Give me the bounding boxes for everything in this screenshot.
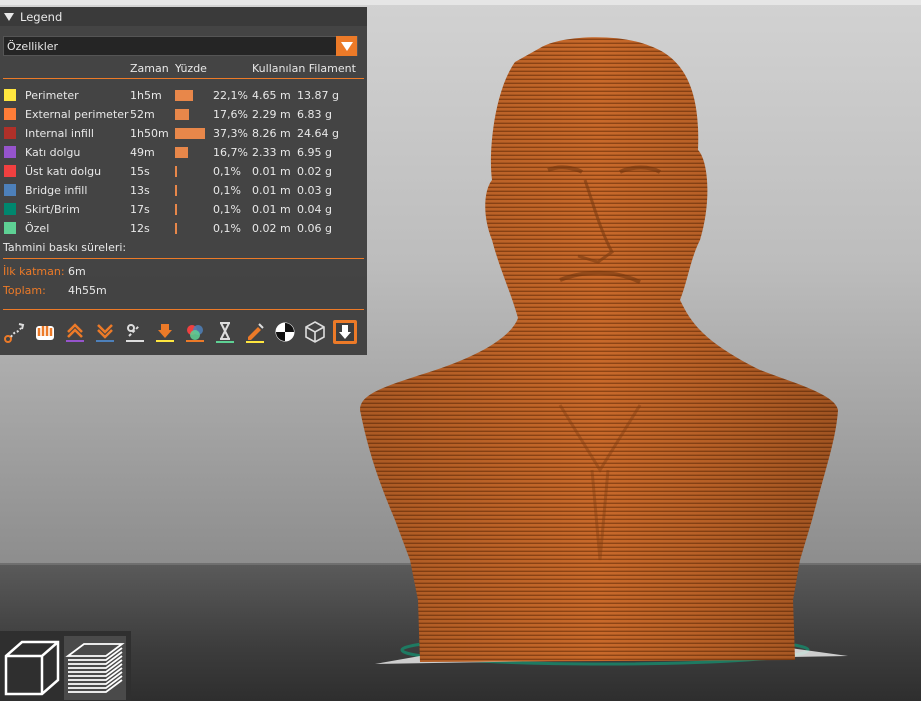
feature-length: 8.26 m	[252, 127, 291, 140]
feature-time: 49m	[130, 146, 155, 159]
feature-time: 52m	[130, 108, 155, 121]
travel-icon[interactable]	[3, 320, 27, 344]
legend-row: External perimeter 52m 17,6% 2.29 m 6.83 g	[0, 106, 367, 125]
feature-length: 0.02 m	[252, 222, 291, 235]
feature-length: 4.65 m	[252, 89, 291, 102]
collapse-triangle-icon[interactable]	[4, 12, 14, 21]
wipe-icon[interactable]	[33, 320, 57, 344]
feature-weight: 6.83 g	[297, 108, 332, 121]
legend-row: Internal infill 1h50m 37,3% 8.26 m 24.64 g	[0, 125, 367, 144]
feature-weight: 6.95 g	[297, 146, 332, 159]
feature-time: 15s	[130, 165, 150, 178]
total-label: Toplam:	[3, 284, 46, 297]
percent-bar	[175, 223, 177, 234]
legend-row: Skirt/Brim 17s 0,1% 0.01 m 0.04 g	[0, 201, 367, 220]
percent-bar	[175, 109, 190, 120]
feature-time: 17s	[130, 203, 150, 216]
view-type-value: Özellikler	[7, 40, 59, 53]
feature-name: Perimeter	[25, 89, 79, 102]
column-header-percent: Yüzde	[175, 62, 207, 75]
legend-row: Perimeter 1h5m 22,1% 4.65 m 13.87 g	[0, 87, 367, 106]
feature-name: Internal infill	[25, 127, 94, 140]
estimate-divider	[3, 258, 364, 259]
first-layer-value: 6m	[68, 265, 86, 278]
feature-weight: 0.02 g	[297, 165, 332, 178]
percent-bar	[175, 185, 177, 196]
shells-icon[interactable]	[303, 320, 327, 344]
feature-percent: 0,1%	[213, 203, 241, 216]
column-header-filament: Kullanılan Filament	[252, 62, 356, 75]
color-swatch[interactable]	[4, 184, 16, 196]
pause-prints-icon[interactable]	[213, 320, 237, 344]
header-divider	[3, 78, 364, 79]
total-value: 4h55m	[68, 284, 107, 297]
feature-time: 1h50m	[130, 127, 169, 140]
color-swatch[interactable]	[4, 146, 16, 158]
feature-weight: 0.06 g	[297, 222, 332, 235]
retractions-icon[interactable]	[63, 320, 87, 344]
color-swatch[interactable]	[4, 108, 16, 120]
percent-bar	[175, 147, 189, 158]
feature-time: 13s	[130, 184, 150, 197]
feature-name: Bridge infill	[25, 184, 88, 197]
feature-length: 0.01 m	[252, 203, 291, 216]
legend-title: Legend	[20, 9, 63, 24]
feature-percent: 16,7%	[213, 146, 248, 159]
layers-view-icon[interactable]	[64, 636, 126, 700]
seams-icon[interactable]	[123, 320, 147, 344]
feature-length: 0.01 m	[252, 165, 291, 178]
feature-time: 12s	[130, 222, 150, 235]
column-header-time: Zaman	[130, 62, 169, 75]
feature-length: 2.29 m	[252, 108, 291, 121]
feature-name: Üst katı dolgu	[25, 165, 102, 178]
bust-shading	[360, 37, 838, 663]
feature-weight: 24.64 g	[297, 127, 339, 140]
color-swatch[interactable]	[4, 89, 16, 101]
feature-percent: 37,3%	[213, 127, 248, 140]
legend-panel: Legend Özellikler Zaman Yüzde Kullanılan…	[0, 7, 367, 355]
feature-weight: 0.03 g	[297, 184, 332, 197]
color-swatch[interactable]	[4, 203, 16, 215]
color-swatch[interactable]	[4, 127, 16, 139]
feature-percent: 17,6%	[213, 108, 248, 121]
feature-length: 0.01 m	[252, 184, 291, 197]
first-layer-label: İlk katman:	[3, 265, 65, 278]
feature-percent: 0,1%	[213, 222, 241, 235]
tool-changes-icon[interactable]	[153, 320, 177, 344]
legend-row: Bridge infill 13s 0,1% 0.01 m 0.03 g	[0, 182, 367, 201]
deretractions-icon[interactable]	[93, 320, 117, 344]
feature-name: Katı dolgu	[25, 146, 81, 159]
feature-weight: 13.87 g	[297, 89, 339, 102]
percent-bar	[175, 128, 205, 139]
percent-bar	[175, 204, 177, 215]
legend-header[interactable]: Legend	[0, 7, 367, 26]
view-mode-switcher	[0, 631, 131, 701]
percent-bar	[175, 90, 193, 101]
center-of-gravity-icon[interactable]	[273, 320, 297, 344]
dropdown-arrow-icon[interactable]	[336, 36, 357, 56]
view-type-dropdown[interactable]: Özellikler	[3, 36, 358, 56]
legend-row: Özel 12s 0,1% 0.02 m 0.06 g	[0, 220, 367, 239]
3d-view-icon[interactable]	[2, 636, 64, 700]
feature-percent: 0,1%	[213, 184, 241, 197]
feature-time: 1h5m	[130, 89, 162, 102]
legend-row: Katı dolgu 49m 16,7% 2.33 m 6.95 g	[0, 144, 367, 163]
feature-weight: 0.04 g	[297, 203, 332, 216]
legend-row: Üst katı dolgu 15s 0,1% 0.01 m 0.02 g	[0, 163, 367, 182]
toolbar-divider	[3, 309, 364, 310]
feature-percent: 22,1%	[213, 89, 248, 102]
feature-name: External perimeter	[25, 108, 129, 121]
percent-bar	[175, 166, 177, 177]
color-swatch[interactable]	[4, 222, 16, 234]
estimate-label: Tahmini baskı süreleri:	[3, 241, 127, 254]
feature-percent: 0,1%	[213, 165, 241, 178]
color-changes-icon[interactable]	[183, 320, 207, 344]
feature-length: 2.33 m	[252, 146, 291, 159]
color-swatch[interactable]	[4, 165, 16, 177]
feature-name: Özel	[25, 222, 50, 235]
legend-toolbar	[3, 320, 363, 346]
feature-name: Skirt/Brim	[25, 203, 80, 216]
tool-marker-icon[interactable]	[333, 320, 357, 344]
custom-gcodes-icon[interactable]	[243, 320, 267, 344]
